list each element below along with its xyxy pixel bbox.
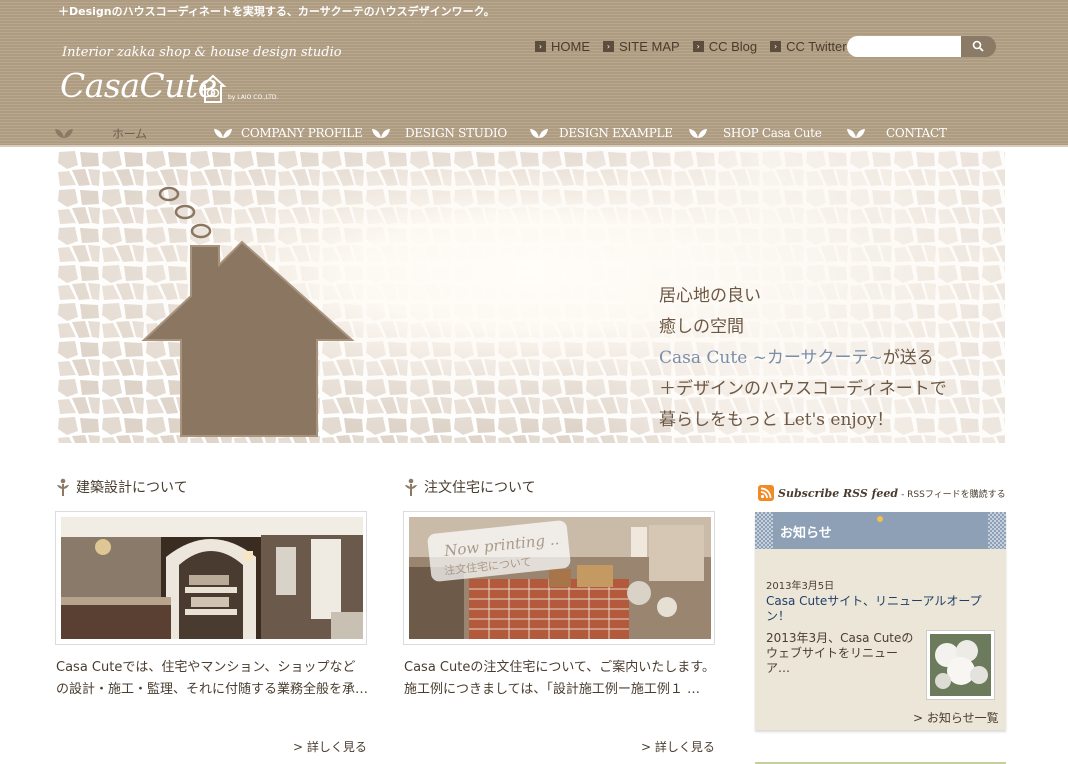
news-panel: お知らせ 2013年3月5日 Casa Cuteサイト、リニューアルオープン！ … [755,512,1006,730]
hero-brand-text: Casa Cute ~カーサクーテ~ [659,348,883,368]
house-logo-icon [200,74,226,103]
nav-label: DESIGN STUDIO [405,126,507,140]
util-twitter-link[interactable]: › CC Twitter [770,39,847,54]
arrow-right-icon: › [692,41,704,52]
logo-subtitle: Interior zakka shop & house design studi… [62,45,342,60]
sprout-icon [57,478,69,496]
hero-copy: 居心地の良い 癒しの空間 Casa Cute ~カーサクーテ~が送る ＋デザイン… [659,281,947,436]
section-title: 注文住宅について [424,480,536,496]
util-home-link[interactable]: › HOME [535,39,590,54]
nav-label: CONTACT [886,126,947,140]
util-link-label: CC Twitter [786,39,847,54]
logo-by-text: by LAIO CO.,LTD. [228,94,279,101]
custom-house-more-link[interactable]: > 詳しく見る [641,738,715,755]
custom-house-photo[interactable]: Now printing .. 注文住宅について [403,511,715,645]
util-link-label: SITE MAP [619,39,680,54]
site-header: ＋Designのハウスコーディネートを実現する、カーサクーテのハウスデザインワー… [0,0,1068,147]
nav-item-contact[interactable]: CONTACT [846,121,947,145]
sprout-icon [405,478,417,496]
nav-item-design-example[interactable]: DESIGN EXAMPLE [529,121,673,145]
section-heading-architecture: 建築設計について [56,477,188,497]
news-body: 2013年3月、Casa Cuteのウェブサイトをリニューア… [766,631,914,675]
site-logo[interactable]: CasaCute [60,66,217,105]
checker-decoration [988,512,1006,549]
custom-house-excerpt: Casa Cuteの注文住宅について、ご案内いたします。施工例につきましては、「… [404,660,715,697]
news-thumbnail[interactable] [926,630,995,700]
arrow-right-icon: › [535,41,546,52]
nav-divider [0,145,1068,147]
news-header: お知らせ [755,512,1006,549]
arrow-right-icon: › [603,41,614,52]
news-list-link[interactable]: > お知らせ一覧 [913,709,999,726]
util-sitemap-link[interactable]: › SITE MAP [603,39,680,54]
global-nav: ホーム COMPANY PROFILE DESIGN STUDIO DESIGN… [0,121,1068,147]
architecture-more-link[interactable]: > 詳しく見る [293,738,367,755]
rss-label: Subscribe RSS feed [778,486,899,500]
nav-item-shop[interactable]: SHOP Casa Cute [688,121,822,145]
hero-line: 暮らしをもっと Let's enjoy！ [659,410,894,430]
nav-item-design-studio[interactable]: DESIGN STUDIO [371,121,507,145]
search-button[interactable] [961,36,996,57]
rss-subscribe-link[interactable]: Subscribe RSS feed - RSSフィードを購読する [758,485,1006,501]
section-title: 建築設計について [76,480,188,496]
hero-line: ＋デザインのハウスコーディネートで [659,379,947,399]
nav-item-home[interactable]: ホーム [54,121,147,145]
leaf-icon [55,129,73,138]
search-input[interactable] [847,36,962,57]
hero-line: 癒しの空間 [659,317,744,337]
utility-nav: › HOME › SITE MAP › CC Blog › CC Twitter [535,39,860,54]
hero-banner: 居心地の良い 癒しの空間 Casa Cute ~カーサクーテ~が送る ＋デザイン… [57,150,1005,443]
util-link-label: HOME [551,39,590,54]
star-icon [877,516,883,522]
section-heading-custom-house: 注文住宅について [404,477,536,497]
nav-label: ホーム [112,126,147,141]
util-link-label: CC Blog [708,39,758,54]
architecture-photo[interactable] [55,511,367,645]
news-item-link[interactable]: Casa Cuteサイト、リニューアルオープン！ [766,594,996,624]
architecture-excerpt: Casa Cuteでは、住宅やマンション、ショップなどの設計・施工・監理、それに… [56,660,369,697]
news-date: 2013年3月5日 [766,581,835,592]
news-title: お知らせ [780,526,832,541]
nav-item-company-profile[interactable]: COMPANY PROFILE [213,121,363,145]
checker-decoration [755,512,773,549]
nav-label: COMPANY PROFILE [241,126,363,140]
util-blog-link[interactable]: › CC Blog [692,39,758,54]
magnifier-icon [972,40,984,52]
shop-photo [409,517,711,639]
rss-label-jp: - RSSフィードを購読する [901,489,1006,500]
arrow-right-icon: › [770,41,782,52]
hero-line-text: が送る [882,348,934,368]
nav-label: DESIGN EXAMPLE [559,126,673,140]
leaf-icon [847,129,865,138]
leaf-icon [530,129,548,138]
rss-icon [758,485,774,501]
leaf-icon [372,129,390,138]
hero-line: Casa Cute ~カーサクーテ~が送る [659,343,947,374]
interior-photo [61,517,363,639]
site-tagline: ＋Designのハウスコーディネートを実現する、カーサクーテのハウスデザインワー… [58,5,495,18]
nav-label: SHOP Casa Cute [723,126,822,140]
hero-line: 居心地の良い [659,286,761,306]
leaf-icon [214,129,232,138]
leaf-icon [689,129,707,138]
